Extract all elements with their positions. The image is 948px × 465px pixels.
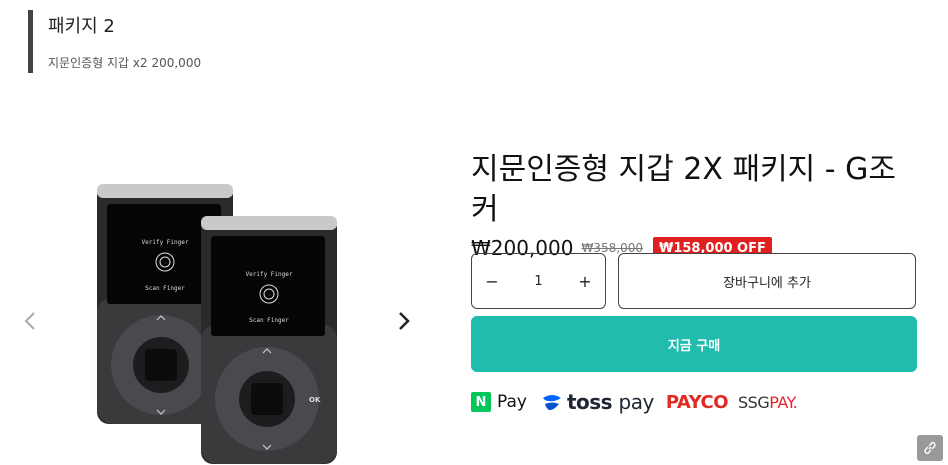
product-info: 지문인증형 지갑 2X 패키지 - G조커 ₩200,000 ₩358,000 … xyxy=(471,150,917,414)
link-icon[interactable] xyxy=(917,435,943,461)
quantity-decrease-button[interactable]: − xyxy=(484,272,500,291)
quantity-increase-button[interactable]: + xyxy=(577,272,593,291)
ssg-pay-label: PAY. xyxy=(769,392,798,412)
toss-icon xyxy=(542,395,561,411)
quantity-cart-row: − 1 + 장바구니에 추가 xyxy=(471,253,917,309)
naver-pay-label: Pay xyxy=(497,392,527,412)
svg-text:Scan Finger: Scan Finger xyxy=(145,285,185,292)
svg-text:OK: OK xyxy=(309,396,321,404)
naver-pay-logo[interactable]: N Pay xyxy=(471,392,527,412)
payco-logo[interactable]: PAYCO xyxy=(666,392,729,413)
toss-pay-label: pay xyxy=(618,390,655,414)
ssg-label: SSG xyxy=(738,392,770,412)
product-gallery: Verify Finger Scan Finger Verify Finger … xyxy=(0,170,440,465)
svg-text:Verify Finger: Verify Finger xyxy=(246,271,293,278)
product-image: Verify Finger Scan Finger Verify Finger … xyxy=(97,184,337,464)
quantity-stepper: − 1 + xyxy=(471,253,606,309)
package-header: 패키지 2 지문인증형 지갑 x2 200,000 xyxy=(28,10,201,73)
svg-text:Scan Finger: Scan Finger xyxy=(249,317,289,324)
package-subtitle: 지문인증형 지갑 x2 200,000 xyxy=(48,56,202,70)
wallet-device-front: Verify Finger Scan Finger OK xyxy=(201,216,337,464)
chevron-left-icon[interactable] xyxy=(18,306,42,336)
package-title: 패키지 2 xyxy=(48,16,115,37)
svg-text:Verify Finger: Verify Finger xyxy=(142,239,189,246)
ssg-pay-logo[interactable]: SSGPAY. xyxy=(738,392,798,412)
quantity-value[interactable]: 1 xyxy=(534,274,542,289)
payment-methods: N Pay toss pay PAYCO SSGPAY. xyxy=(471,389,798,415)
buy-now-button[interactable]: 지금 구매 xyxy=(471,316,917,372)
toss-label: toss xyxy=(566,390,613,414)
add-to-cart-button[interactable]: 장바구니에 추가 xyxy=(618,253,916,309)
naver-n-icon: N xyxy=(471,392,491,412)
product-title: 지문인증형 지갑 2X 패키지 - G조커 xyxy=(471,152,896,227)
toss-pay-logo[interactable]: toss pay xyxy=(541,390,654,414)
chevron-right-icon[interactable] xyxy=(392,306,416,336)
